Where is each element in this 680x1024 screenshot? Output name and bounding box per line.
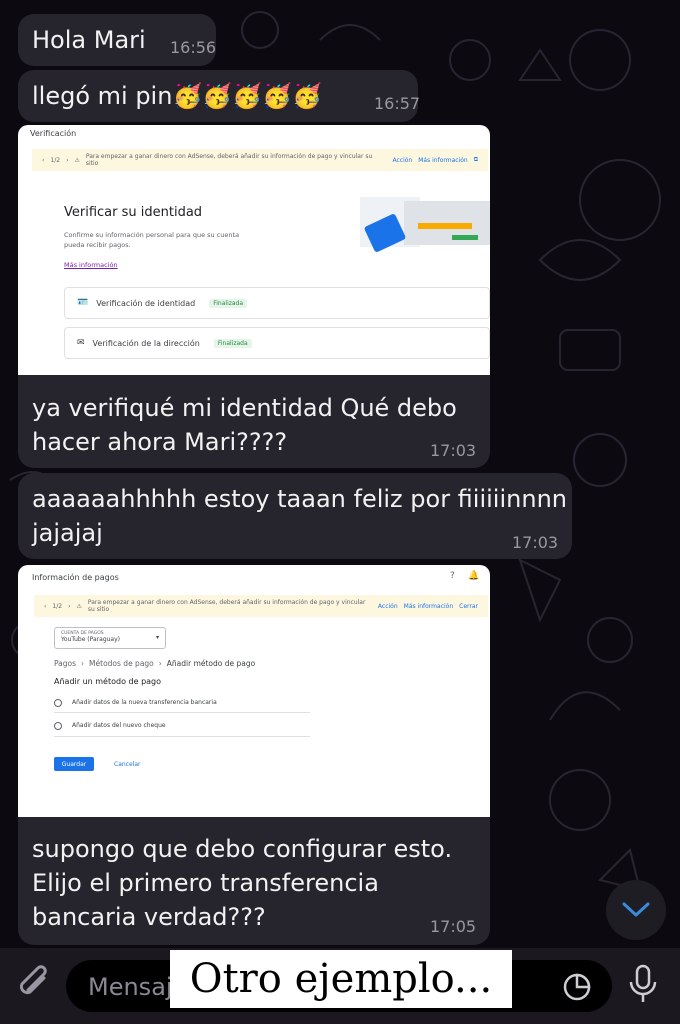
chevron-left-icon: ‹ [42, 156, 45, 164]
row-label: Verificación de identidad [96, 298, 196, 308]
option-label: Añadir datos de la nueva transferencia b… [72, 699, 217, 706]
cancel-button[interactable]: Cancelar [114, 761, 140, 768]
image-message-bubble[interactable]: Verificación ‹ 1/2 › ⚠ Para empezar a ga… [18, 125, 490, 468]
adsense-banner: ‹ 1/2 › ⚠ Para empezar a ganar dinero co… [32, 149, 488, 171]
pager: 1/2 [50, 156, 61, 164]
message-text: llegó mi pin🥳🥳🥳🥳🥳 [32, 82, 322, 110]
save-button[interactable]: Guardar [54, 757, 94, 771]
attached-screenshot-payments[interactable]: Información de pagos ? 🔔 ‹ 1/2 › ⚠ Para … [18, 565, 490, 817]
message-bubble[interactable]: llegó mi pin🥳🥳🥳🥳🥳 16:57 [18, 70, 421, 122]
option-label: Añadir datos del nuevo cheque [72, 722, 166, 729]
bank-transfer-option[interactable]: Añadir datos de la nueva transferencia b… [54, 693, 310, 713]
message-bubble[interactable]: Hola Mari 16:56 [18, 14, 216, 66]
image-message-bubble[interactable]: Información de pagos ? 🔔 ‹ 1/2 › ⚠ Para … [18, 565, 490, 945]
address-verification-row[interactable]: ✉ Verificación de la dirección Finalizad… [64, 327, 490, 359]
attachment-icon[interactable] [16, 964, 54, 1004]
breadcrumb-separator-icon: › [81, 659, 85, 668]
verification-illustration [360, 197, 490, 252]
id-card-icon: 🪪 [77, 298, 89, 308]
description-line: Confirme su información personal para qu… [64, 231, 240, 239]
message-text-line: ya verifiqué mi identidad Qué debo [32, 394, 457, 422]
message-time: 17:03 [430, 441, 477, 460]
section-title: Añadir un método de pago [54, 677, 162, 686]
message-time: 16:56 [170, 38, 217, 57]
breadcrumb: Pagos › Métodos de pago › Añadir método … [54, 659, 255, 668]
pager: 1/2 [52, 602, 63, 610]
identity-verification-row[interactable]: 🪪 Verificación de identidad Finalizada [64, 287, 490, 319]
payment-account-select[interactable]: CUENTA DE PAGOS YouTube (Paraguay) ▾ [54, 627, 166, 649]
message-bubble[interactable]: aaaaaahhhhh estoy taaan feliz por fiiiii… [18, 473, 572, 559]
window-title: Verificación [30, 129, 77, 138]
message-text-line: bancaria verdad??? [32, 903, 266, 931]
message-text: Hola Mari [32, 26, 146, 54]
row-label: Verificación de la dirección [92, 338, 200, 348]
message-text-line: aaaaaahhhhh estoy taaan feliz por fiiiii… [32, 485, 567, 513]
radio-button[interactable] [54, 698, 62, 707]
adsense-banner: ‹ 1/2 › ⚠ Para empezar a ganar dinero co… [34, 595, 488, 617]
bell-icon[interactable]: 🔔 [468, 571, 479, 581]
message-time: 16:57 [374, 94, 421, 113]
attached-screenshot-verification[interactable]: Verificación ‹ 1/2 › ⚠ Para empezar a ga… [18, 125, 490, 375]
page-heading: Verificar su identidad [64, 205, 203, 220]
window-title: Información de pagos [32, 573, 119, 582]
message-input-placeholder: Mensaj [88, 973, 173, 1001]
radio-button[interactable] [54, 721, 62, 730]
message-text-line: jajajaj [32, 519, 103, 547]
message-text-line: hacer ahora Mari???? [32, 428, 288, 456]
mail-icon: ✉ [77, 338, 85, 348]
chevron-right-icon: › [68, 602, 71, 610]
sticker-icon[interactable] [562, 972, 592, 1002]
chevron-left-icon: ‹ [44, 602, 47, 610]
message-time: 17:03 [512, 533, 559, 552]
message-time: 17:05 [430, 917, 477, 936]
microphone-icon[interactable] [626, 964, 660, 1006]
banner-more-link[interactable]: Más información [418, 157, 467, 164]
banner-text: Para empezar a ganar dinero con AdSense,… [85, 153, 373, 167]
message-text-line: supongo que debo configurar esto. [32, 835, 453, 863]
banner-action-link[interactable]: Acción [392, 157, 412, 164]
dropdown-arrow-icon: ▾ [155, 634, 159, 641]
banner-more-link[interactable]: Más información [404, 603, 453, 610]
help-icon[interactable]: ? [450, 571, 455, 581]
warning-icon: ⚠ [74, 156, 80, 164]
scroll-to-bottom-button[interactable] [606, 880, 666, 940]
breadcrumb-separator-icon: › [158, 659, 162, 668]
chevron-down-icon [622, 902, 650, 917]
banner-close-link[interactable]: Cerrar [459, 603, 478, 610]
more-info-link[interactable]: Más información [64, 261, 118, 269]
breadcrumb-item[interactable]: Métodos de pago [89, 659, 154, 668]
banner-text: Para empezar a ganar dinero con AdSense,… [87, 599, 366, 613]
breadcrumb-item: Añadir método de pago [166, 659, 256, 668]
message-text-line: Elijo el primero transferencia [32, 869, 379, 897]
account-value: YouTube (Paraguay) [61, 636, 120, 643]
chevron-right-icon: › [66, 156, 69, 164]
status-badge: Finalizada [213, 338, 252, 348]
overlay-caption: Otro ejemplo... [170, 950, 512, 1008]
external-link-icon: ⧉ [473, 156, 478, 163]
warning-icon: ⚠ [76, 602, 82, 610]
check-option[interactable]: Añadir datos del nuevo cheque [54, 715, 310, 737]
breadcrumb-item[interactable]: Pagos [54, 659, 76, 668]
banner-action-link[interactable]: Acción [378, 603, 398, 610]
description-line: pueda recibir pagos. [64, 241, 131, 249]
status-badge: Finalizada [209, 298, 248, 308]
